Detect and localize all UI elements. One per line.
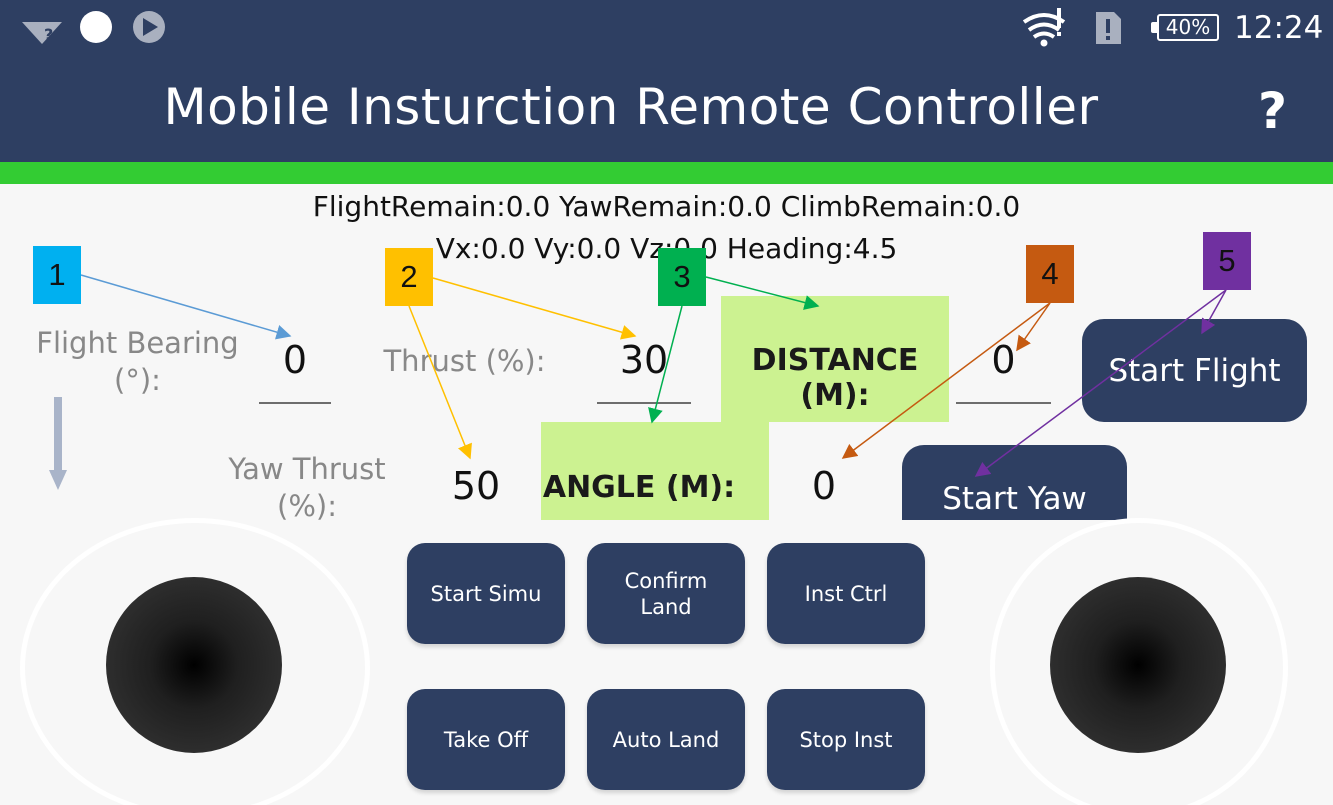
annotation-marker-4: 4 bbox=[1026, 245, 1074, 303]
page-title: Mobile Insturction Remote Controller bbox=[163, 78, 1099, 136]
distance-input[interactable]: 0 bbox=[956, 338, 1051, 382]
svg-text:?: ? bbox=[44, 25, 53, 44]
help-button[interactable]: ? bbox=[1258, 82, 1287, 140]
inst-ctrl-button[interactable]: Inst Ctrl bbox=[767, 543, 925, 644]
right-joystick-knob[interactable] bbox=[1050, 577, 1226, 753]
distance-underline bbox=[956, 402, 1051, 404]
yaw-thrust-input[interactable]: 50 bbox=[440, 464, 512, 508]
start-yaw-clip: Start Yaw bbox=[902, 445, 1127, 520]
battery-level: 40% bbox=[1165, 15, 1211, 39]
flight-bearing-input[interactable]: 0 bbox=[259, 338, 331, 382]
start-simu-button[interactable]: Start Simu bbox=[407, 543, 565, 644]
take-off-button[interactable]: Take Off bbox=[407, 689, 565, 790]
start-flight-button[interactable]: Start Flight bbox=[1082, 319, 1307, 422]
play-icon bbox=[133, 11, 165, 43]
status-time: 12:24 bbox=[1234, 10, 1324, 46]
circle-icon bbox=[80, 11, 112, 43]
stop-inst-button[interactable]: Stop Inst bbox=[767, 689, 925, 790]
sim-alert-icon bbox=[1096, 12, 1121, 44]
down-arrow-icon bbox=[54, 397, 62, 473]
flight-bearing-label: Flight Bearing (°): bbox=[36, 326, 239, 397]
telemetry-remaining: FlightRemain:0.0 YawRemain:0.0 ClimbRema… bbox=[312, 190, 1021, 223]
left-joystick-knob[interactable] bbox=[106, 577, 282, 753]
annotation-2-arrow-b bbox=[408, 305, 472, 460]
confirm-land-button[interactable]: Confirm Land bbox=[587, 543, 745, 644]
start-yaw-button[interactable]: Start Yaw bbox=[902, 445, 1127, 520]
flight-bearing-underline bbox=[259, 402, 331, 404]
auto-land-button[interactable]: Auto Land bbox=[587, 689, 745, 790]
status-icons: ? bbox=[22, 8, 1121, 47]
yaw-thrust-label: Yaw Thrust (%): bbox=[228, 452, 386, 523]
angle-label: ANGLE (M): bbox=[542, 470, 736, 505]
accent-bar bbox=[0, 162, 1333, 184]
angle-input[interactable]: 0 bbox=[788, 464, 860, 508]
wifi-unknown-icon: ? bbox=[22, 22, 62, 44]
thrust-label: Thrust (%): bbox=[383, 344, 546, 378]
annotation-2-arrow-a bbox=[432, 277, 637, 340]
annotation-marker-3: 3 bbox=[658, 248, 706, 306]
annotation-marker-2: 2 bbox=[385, 248, 433, 306]
wifi-alert-icon bbox=[1022, 8, 1066, 47]
annotation-marker-1: 1 bbox=[33, 246, 81, 304]
annotation-marker-5: 5 bbox=[1203, 232, 1251, 290]
thrust-underline bbox=[597, 402, 691, 404]
down-arrow-head bbox=[49, 470, 67, 490]
distance-label: DISTANCE (M): bbox=[751, 343, 919, 413]
thrust-input[interactable]: 30 bbox=[597, 338, 691, 382]
